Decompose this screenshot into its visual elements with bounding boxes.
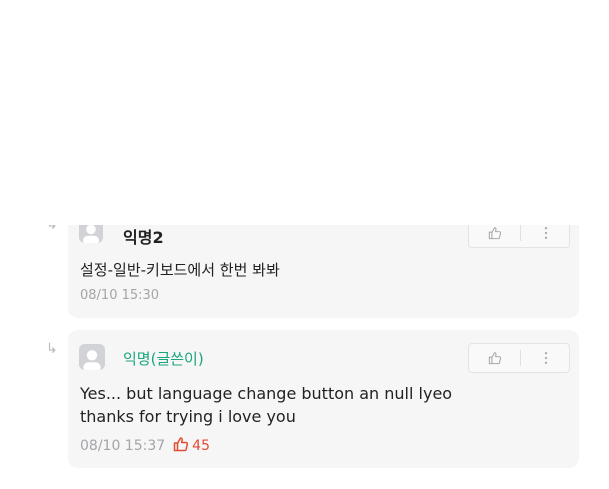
reply-arrow-icon: ↳ — [46, 341, 58, 357]
comment-body: Nunna,, naega sajulgay new iphone when I… — [73, 75, 562, 126]
comment-thread: ↳ 불닭볶음멘 Nunna,, naega sajulgay new iphon… — [0, 0, 609, 489]
avatar — [79, 219, 103, 243]
reply-arrow-icon: ↳ — [34, 24, 51, 48]
comment-card: 익명2 설정-일반-키보드에서 한번 봐봐 08/10 15:30 — [68, 204, 579, 318]
thumbs-up-outline-icon — [493, 39, 508, 54]
comment-actions — [472, 30, 582, 62]
comment-card: 익명(글쓴이) Yes... but language change butto… — [68, 330, 579, 468]
more-button[interactable] — [521, 219, 571, 247]
avatar — [75, 31, 105, 61]
more-button[interactable] — [521, 344, 571, 372]
comment-timestamp: 08/10 15:30 — [80, 288, 160, 303]
vertical-ellipsis-icon — [544, 352, 548, 364]
comment-timestamp: 08/10 15:37 — [80, 438, 166, 454]
comment-card: 불닭볶음멘 Nunna,, naega sajulgay new iphone … — [60, 14, 590, 176]
like-button[interactable] — [473, 31, 528, 61]
vertical-ellipsis-icon — [554, 39, 558, 53]
like-count: 45 — [192, 438, 210, 454]
comment-timestamp: 08/11 21:24 — [73, 141, 171, 161]
avatar — [79, 344, 105, 370]
thumbs-up-red-icon — [178, 140, 196, 162]
comment-actions — [468, 343, 570, 373]
more-button[interactable] — [529, 31, 583, 61]
thumbs-up-outline-icon — [488, 227, 501, 240]
thumbs-up-outline-icon — [488, 352, 501, 365]
comment-nickname: 불닭볶음멘 — [117, 36, 214, 60]
comment-body: Yes... but language change button an nul… — [80, 384, 453, 426]
reply-arrow-icon: ↳ — [46, 217, 58, 233]
comment-actions — [468, 218, 570, 248]
like-count: 1 — [199, 141, 210, 161]
like-button[interactable] — [469, 344, 520, 372]
comment-body: 설정-일반-키보드에서 한번 봐봐 — [80, 261, 280, 279]
comment-nickname: 익명2 — [123, 228, 164, 247]
thumbs-up-red-icon — [173, 436, 189, 456]
like-button[interactable] — [469, 219, 520, 247]
comment-meta: 08/10 15:30 — [80, 288, 159, 303]
vertical-ellipsis-icon — [544, 227, 548, 239]
comment-meta: 08/10 15:37 45 — [80, 436, 210, 456]
comment-meta: 08/11 21:24 1 — [73, 140, 210, 162]
comment-nickname-author: 익명(글쓴이) — [123, 350, 204, 368]
